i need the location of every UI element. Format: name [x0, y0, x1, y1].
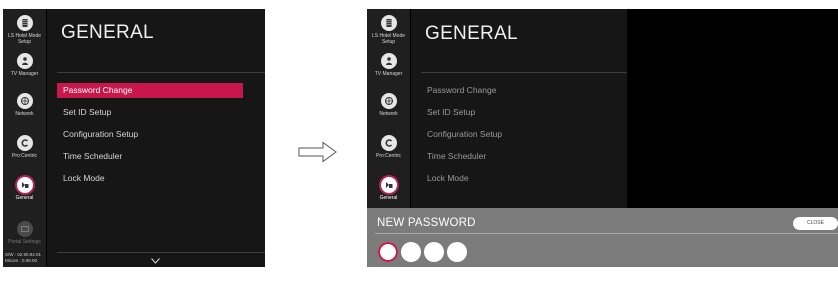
page-title: GENERAL — [61, 22, 154, 43]
tv-screen-after: LS Hotel Mode Setup TV Manager Network P… — [367, 9, 838, 267]
hotel-mode-icon — [380, 15, 397, 31]
sidebar: LS Hotel Mode Setup TV Manager Network P… — [3, 9, 46, 267]
new-password-dialog: NEW PASSWORD CLOSE — [367, 208, 838, 267]
sidebar-item-label: TV Manager — [374, 71, 403, 77]
tv-screen-before: LS Hotel Mode Setup TV Manager Network P… — [3, 9, 265, 267]
menu-item-password-change[interactable]: Password Change — [421, 83, 607, 105]
empty-area — [627, 9, 838, 209]
sidebar-item-network[interactable]: Network — [3, 93, 46, 117]
sidebar: LS Hotel Mode Setup TV Manager Network P… — [367, 9, 410, 209]
sidebar-item-label: Pro:Centric — [11, 153, 37, 159]
portal-settings-icon — [16, 221, 33, 237]
sidebar-item-portal-settings[interactable]: Portal Settings — [3, 221, 46, 245]
sidebar-item-label: LS Hotel Mode Setup — [371, 33, 406, 45]
page-title: GENERAL — [425, 23, 518, 44]
sidebar-item-label: General — [15, 195, 34, 201]
sidebar-item-label: General — [379, 195, 398, 201]
sidebar-item-general[interactable]: General — [367, 177, 410, 201]
menu-item-time-scheduler[interactable]: Time Scheduler — [57, 149, 243, 171]
bottom-divider — [57, 252, 265, 253]
menu-item-set-id-setup[interactable]: Set ID Setup — [421, 105, 607, 127]
sidebar-item-label: Portal Settings — [8, 239, 41, 245]
sidebar-item-hotel-mode[interactable]: LS Hotel Mode Setup — [367, 15, 410, 45]
software-version: S/W : 02.90.94.01 Micom : 0.06.00 — [5, 252, 42, 263]
menu-item-configuration-setup[interactable]: Configuration Setup — [57, 127, 243, 149]
menu-item-lock-mode[interactable]: Lock Mode — [57, 171, 243, 193]
hotel-mode-icon — [16, 15, 33, 31]
sidebar-item-label: TV Manager — [10, 71, 39, 77]
chevron-down-icon[interactable] — [151, 258, 160, 264]
password-digit-4[interactable] — [447, 242, 467, 262]
sidebar-item-label: Network — [15, 111, 34, 117]
sidebar-item-procentric[interactable]: Pro:Centric — [3, 135, 46, 159]
menu-item-password-change[interactable]: Password Change — [57, 83, 243, 98]
dialog-divider — [375, 233, 838, 234]
sidebar-item-label: LS Hotel Mode Setup — [7, 33, 42, 45]
sidebar-item-general[interactable]: General — [3, 177, 46, 201]
menu-item-time-scheduler[interactable]: Time Scheduler — [421, 149, 607, 171]
sidebar-item-procentric[interactable]: Pro:Centric — [367, 135, 410, 159]
transition-arrow-icon — [298, 141, 337, 163]
tv-manager-icon — [16, 53, 33, 69]
sidebar-item-network[interactable]: Network — [367, 93, 410, 117]
general-icon — [16, 177, 33, 193]
password-digit-1[interactable] — [378, 242, 398, 262]
network-icon — [16, 93, 33, 109]
general-menu: Password Change Set ID Setup Configurati… — [57, 83, 243, 193]
password-digit-3[interactable] — [424, 242, 444, 262]
sidebar-item-hotel-mode[interactable]: LS Hotel Mode Setup — [3, 15, 46, 45]
tv-manager-icon — [380, 53, 397, 69]
procentric-icon — [380, 135, 397, 151]
sidebar-item-label: Pro:Centric — [375, 153, 401, 159]
menu-item-set-id-setup[interactable]: Set ID Setup — [57, 105, 243, 127]
menu-item-configuration-setup[interactable]: Configuration Setup — [421, 127, 607, 149]
sidebar-item-tv-manager[interactable]: TV Manager — [3, 53, 46, 77]
password-input[interactable] — [378, 242, 467, 262]
general-menu: Password Change Set ID Setup Configurati… — [421, 83, 607, 193]
sidebar-item-label: Network — [379, 111, 398, 117]
sidebar-item-tv-manager[interactable]: TV Manager — [367, 53, 410, 77]
general-icon — [380, 177, 397, 193]
title-divider — [57, 72, 265, 73]
general-panel: GENERAL Password Change Set ID Setup Con… — [411, 9, 627, 209]
close-button[interactable]: CLOSE — [793, 217, 838, 230]
dialog-title: NEW PASSWORD — [377, 217, 476, 229]
password-digit-2[interactable] — [401, 242, 421, 262]
general-panel: GENERAL Password Change Set ID Setup Con… — [47, 9, 265, 267]
network-icon — [380, 93, 397, 109]
procentric-icon — [16, 135, 33, 151]
menu-item-lock-mode[interactable]: Lock Mode — [421, 171, 607, 193]
title-divider — [421, 72, 627, 73]
